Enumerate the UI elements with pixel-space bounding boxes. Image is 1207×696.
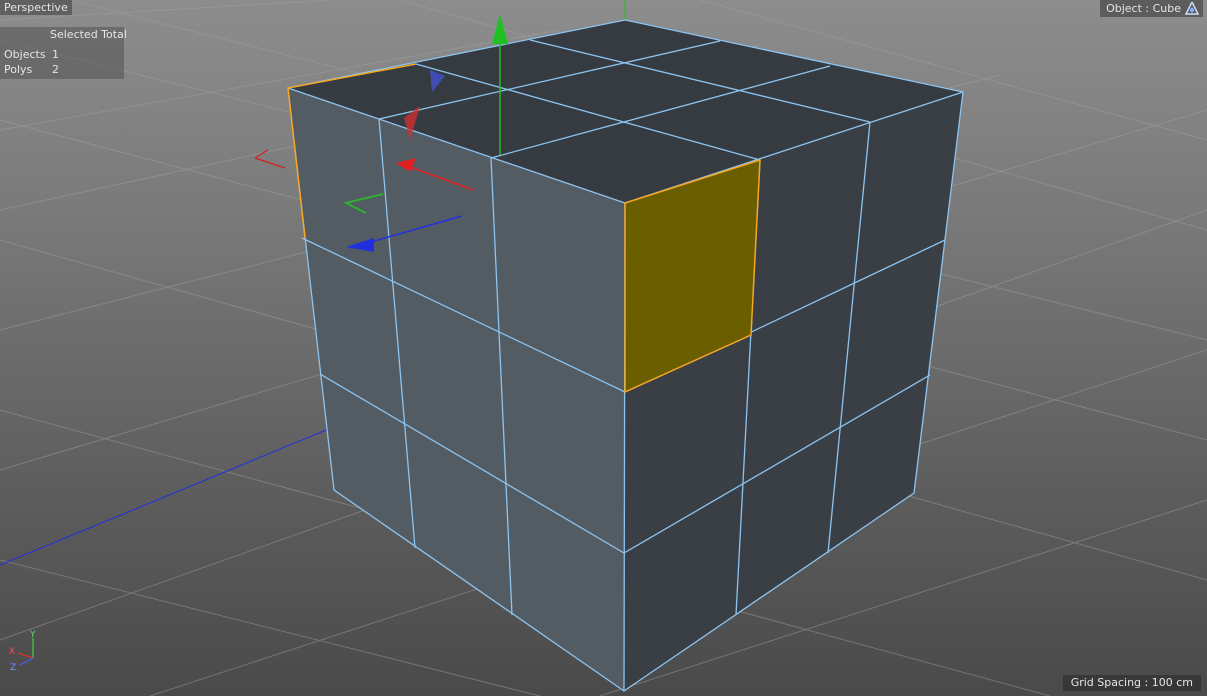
axis-y-label: Y — [29, 630, 36, 640]
scene-canvas[interactable] — [0, 0, 1207, 696]
grid-spacing-label: Grid Spacing : 100 cm — [1062, 675, 1201, 691]
y-axis-arrow-icon[interactable] — [492, 14, 508, 44]
stats-header: Selected Total — [50, 28, 127, 41]
active-object-text: Object : Cube — [1106, 2, 1181, 15]
stats-polys-value: 2 — [52, 63, 59, 76]
stats-polys-label: Polys — [4, 63, 33, 76]
x-axis-tail — [254, 157, 286, 169]
axis-x-label: X — [9, 647, 15, 657]
axis-z-label: Z — [10, 663, 16, 673]
stats-objects-label: Objects — [4, 48, 46, 61]
camera-icon[interactable] — [1185, 2, 1199, 15]
stats-objects-value: 1 — [52, 48, 59, 61]
axis-orientation-widget: Y X Z — [9, 630, 36, 673]
hud-stats-panel: Selected Total Objects 1 Polys 2 — [0, 27, 127, 79]
view-name-label[interactable]: Perspective — [0, 0, 72, 15]
viewport-perspective[interactable]: Perspective Selected Total Objects 1 Pol… — [0, 0, 1207, 696]
active-object-label[interactable]: Object : Cube — [1100, 0, 1203, 17]
